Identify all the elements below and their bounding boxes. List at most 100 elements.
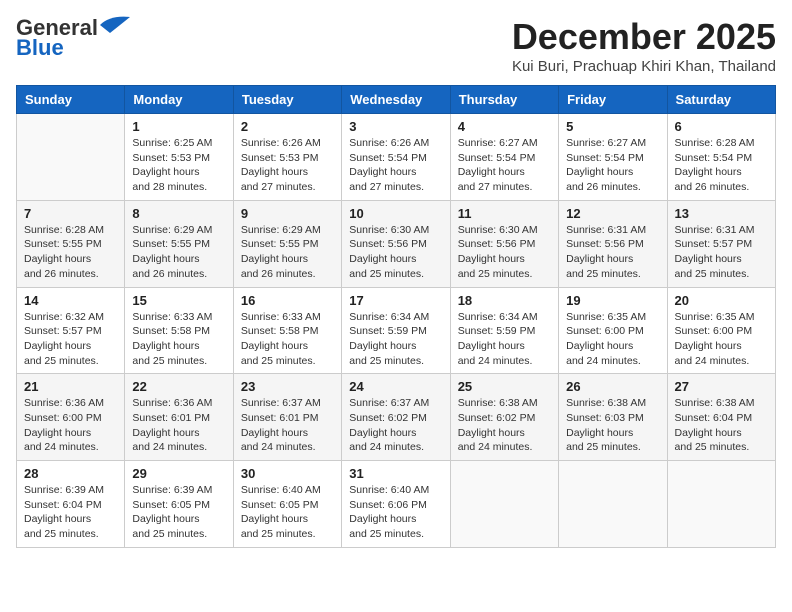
calendar-cell: 15 Sunrise: 6:33 AMSunset: 5:58 PMDayligh… (125, 287, 233, 374)
location-title: Kui Buri, Prachuap Khiri Khan, Thailand (512, 58, 776, 75)
weekday-header-friday: Friday (559, 86, 667, 114)
day-number: 17 (349, 293, 442, 308)
day-info: Sunrise: 6:33 AMSunset: 5:58 PMDaylight … (132, 310, 225, 369)
day-info: Sunrise: 6:26 AMSunset: 5:53 PMDaylight … (241, 136, 334, 195)
day-number: 24 (349, 379, 442, 394)
weekday-header-wednesday: Wednesday (342, 86, 450, 114)
calendar-cell: 11Sunrise: 6:30 AMSunset: 5:56 PMDayligh… (450, 200, 558, 287)
calendar-cell: 25 Sunrise: 6:38 AMSunset: 6:02 PMDayligh… (450, 374, 558, 461)
day-number: 29 (132, 466, 225, 481)
calendar-cell: 27 Sunrise: 6:38 AMSunset: 6:04 PMDayligh… (667, 374, 775, 461)
day-number: 20 (675, 293, 768, 308)
day-number: 22 (132, 379, 225, 394)
calendar-cell: 29 Sunrise: 6:39 AMSunset: 6:05 PMDayligh… (125, 461, 233, 548)
calendar-cell: 28 Sunrise: 6:39 AMSunset: 6:04 PMDayligh… (17, 461, 125, 548)
calendar-cell: 18 Sunrise: 6:34 AMSunset: 5:59 PMDayligh… (450, 287, 558, 374)
calendar-cell: 14 Sunrise: 6:32 AMSunset: 5:57 PMDayligh… (17, 287, 125, 374)
calendar-cell: 8 Sunrise: 6:29 AMSunset: 5:55 PMDaylight… (125, 200, 233, 287)
day-number: 11 (458, 206, 551, 221)
day-info: Sunrise: 6:25 AMSunset: 5:53 PMDaylight … (132, 136, 225, 195)
calendar-cell: 4 Sunrise: 6:27 AMSunset: 5:54 PMDaylight… (450, 114, 558, 201)
day-info: Sunrise: 6:31 AMSunset: 5:56 PMDaylight … (566, 223, 659, 282)
calendar-cell: 24Sunrise: 6:37 AMSunset: 6:02 PMDayligh… (342, 374, 450, 461)
day-info: Sunrise: 6:40 AMSunset: 6:05 PMDaylight … (241, 483, 334, 542)
calendar-cell: 5 Sunrise: 6:27 AMSunset: 5:54 PMDaylight… (559, 114, 667, 201)
day-number: 5 (566, 119, 659, 134)
day-number: 8 (132, 206, 225, 221)
day-info: Sunrise: 6:27 AMSunset: 5:54 PMDaylight … (458, 136, 551, 195)
calendar-cell: 3 Sunrise: 6:26 AMSunset: 5:54 PMDaylight… (342, 114, 450, 201)
calendar-table: SundayMondayTuesdayWednesdayThursdayFrid… (16, 85, 776, 548)
calendar-cell: 31Sunrise: 6:40 AMSunset: 6:06 PMDayligh… (342, 461, 450, 548)
day-number: 18 (458, 293, 551, 308)
day-info: Sunrise: 6:29 AMSunset: 5:55 PMDaylight … (132, 223, 225, 282)
day-info: Sunrise: 6:35 AMSunset: 6:00 PMDaylight … (675, 310, 768, 369)
calendar-cell: 23Sunrise: 6:37 AMSunset: 6:01 PMDayligh… (233, 374, 341, 461)
calendar-week-row: 1 Sunrise: 6:25 AMSunset: 5:53 PMDaylight… (17, 114, 776, 201)
day-number: 6 (675, 119, 768, 134)
day-info: Sunrise: 6:39 AMSunset: 6:05 PMDaylight … (132, 483, 225, 542)
calendar-cell: 2 Sunrise: 6:26 AMSunset: 5:53 PMDaylight… (233, 114, 341, 201)
calendar-cell: 12 Sunrise: 6:31 AMSunset: 5:56 PMDayligh… (559, 200, 667, 287)
calendar-week-row: 14 Sunrise: 6:32 AMSunset: 5:57 PMDayligh… (17, 287, 776, 374)
weekday-header-saturday: Saturday (667, 86, 775, 114)
calendar-cell (559, 461, 667, 548)
day-info: Sunrise: 6:38 AMSunset: 6:04 PMDaylight … (675, 396, 768, 455)
day-info: Sunrise: 6:39 AMSunset: 6:04 PMDaylight … (24, 483, 117, 542)
calendar-cell: 1 Sunrise: 6:25 AMSunset: 5:53 PMDaylight… (125, 114, 233, 201)
day-info: Sunrise: 6:32 AMSunset: 5:57 PMDaylight … (24, 310, 117, 369)
day-number: 21 (24, 379, 117, 394)
calendar-cell: 9Sunrise: 6:29 AMSunset: 5:55 PMDaylight… (233, 200, 341, 287)
calendar-week-row: 7Sunrise: 6:28 AMSunset: 5:55 PMDaylight… (17, 200, 776, 287)
day-number: 9 (241, 206, 334, 221)
calendar-cell (450, 461, 558, 548)
calendar-cell: 16 Sunrise: 6:33 AMSunset: 5:58 PMDayligh… (233, 287, 341, 374)
day-info: Sunrise: 6:35 AMSunset: 6:00 PMDaylight … (566, 310, 659, 369)
day-number: 30 (241, 466, 334, 481)
day-number: 12 (566, 206, 659, 221)
day-info: Sunrise: 6:34 AMSunset: 5:59 PMDaylight … (458, 310, 551, 369)
logo: General Blue (16, 16, 130, 60)
calendar-cell: 17Sunrise: 6:34 AMSunset: 5:59 PMDayligh… (342, 287, 450, 374)
day-number: 28 (24, 466, 117, 481)
logo-wing-icon (100, 15, 130, 35)
day-info: Sunrise: 6:31 AMSunset: 5:57 PMDaylight … (675, 223, 768, 282)
day-number: 13 (675, 206, 768, 221)
month-title: December 2025 (512, 16, 776, 58)
day-info: Sunrise: 6:30 AMSunset: 5:56 PMDaylight … (349, 223, 442, 282)
calendar-cell: 26Sunrise: 6:38 AMSunset: 6:03 PMDayligh… (559, 374, 667, 461)
calendar-cell: 20 Sunrise: 6:35 AMSunset: 6:00 PMDayligh… (667, 287, 775, 374)
weekday-header-monday: Monday (125, 86, 233, 114)
day-number: 26 (566, 379, 659, 394)
calendar-cell: 6 Sunrise: 6:28 AMSunset: 5:54 PMDaylight… (667, 114, 775, 201)
day-number: 3 (349, 119, 442, 134)
calendar-cell: 30 Sunrise: 6:40 AMSunset: 6:05 PMDayligh… (233, 461, 341, 548)
day-info: Sunrise: 6:28 AMSunset: 5:55 PMDaylight … (24, 223, 117, 282)
day-number: 2 (241, 119, 334, 134)
calendar-week-row: 28 Sunrise: 6:39 AMSunset: 6:04 PMDayligh… (17, 461, 776, 548)
day-info: Sunrise: 6:38 AMSunset: 6:02 PMDaylight … (458, 396, 551, 455)
day-info: Sunrise: 6:37 AMSunset: 6:01 PMDaylight … (241, 396, 334, 455)
day-number: 14 (24, 293, 117, 308)
calendar-cell (667, 461, 775, 548)
day-info: Sunrise: 6:40 AMSunset: 6:06 PMDaylight … (349, 483, 442, 542)
day-number: 27 (675, 379, 768, 394)
day-number: 1 (132, 119, 225, 134)
calendar-cell: 7Sunrise: 6:28 AMSunset: 5:55 PMDaylight… (17, 200, 125, 287)
day-number: 16 (241, 293, 334, 308)
weekday-header-tuesday: Tuesday (233, 86, 341, 114)
title-block: December 2025 Kui Buri, Prachuap Khiri K… (512, 16, 776, 75)
day-number: 25 (458, 379, 551, 394)
day-number: 19 (566, 293, 659, 308)
day-info: Sunrise: 6:26 AMSunset: 5:54 PMDaylight … (349, 136, 442, 195)
day-info: Sunrise: 6:28 AMSunset: 5:54 PMDaylight … (675, 136, 768, 195)
day-number: 10 (349, 206, 442, 221)
day-info: Sunrise: 6:27 AMSunset: 5:54 PMDaylight … (566, 136, 659, 195)
day-number: 15 (132, 293, 225, 308)
day-number: 4 (458, 119, 551, 134)
day-info: Sunrise: 6:33 AMSunset: 5:58 PMDaylight … (241, 310, 334, 369)
day-info: Sunrise: 6:36 AMSunset: 6:01 PMDaylight … (132, 396, 225, 455)
weekday-header-thursday: Thursday (450, 86, 558, 114)
calendar-cell: 19 Sunrise: 6:35 AMSunset: 6:00 PMDayligh… (559, 287, 667, 374)
calendar-cell: 22 Sunrise: 6:36 AMSunset: 6:01 PMDayligh… (125, 374, 233, 461)
